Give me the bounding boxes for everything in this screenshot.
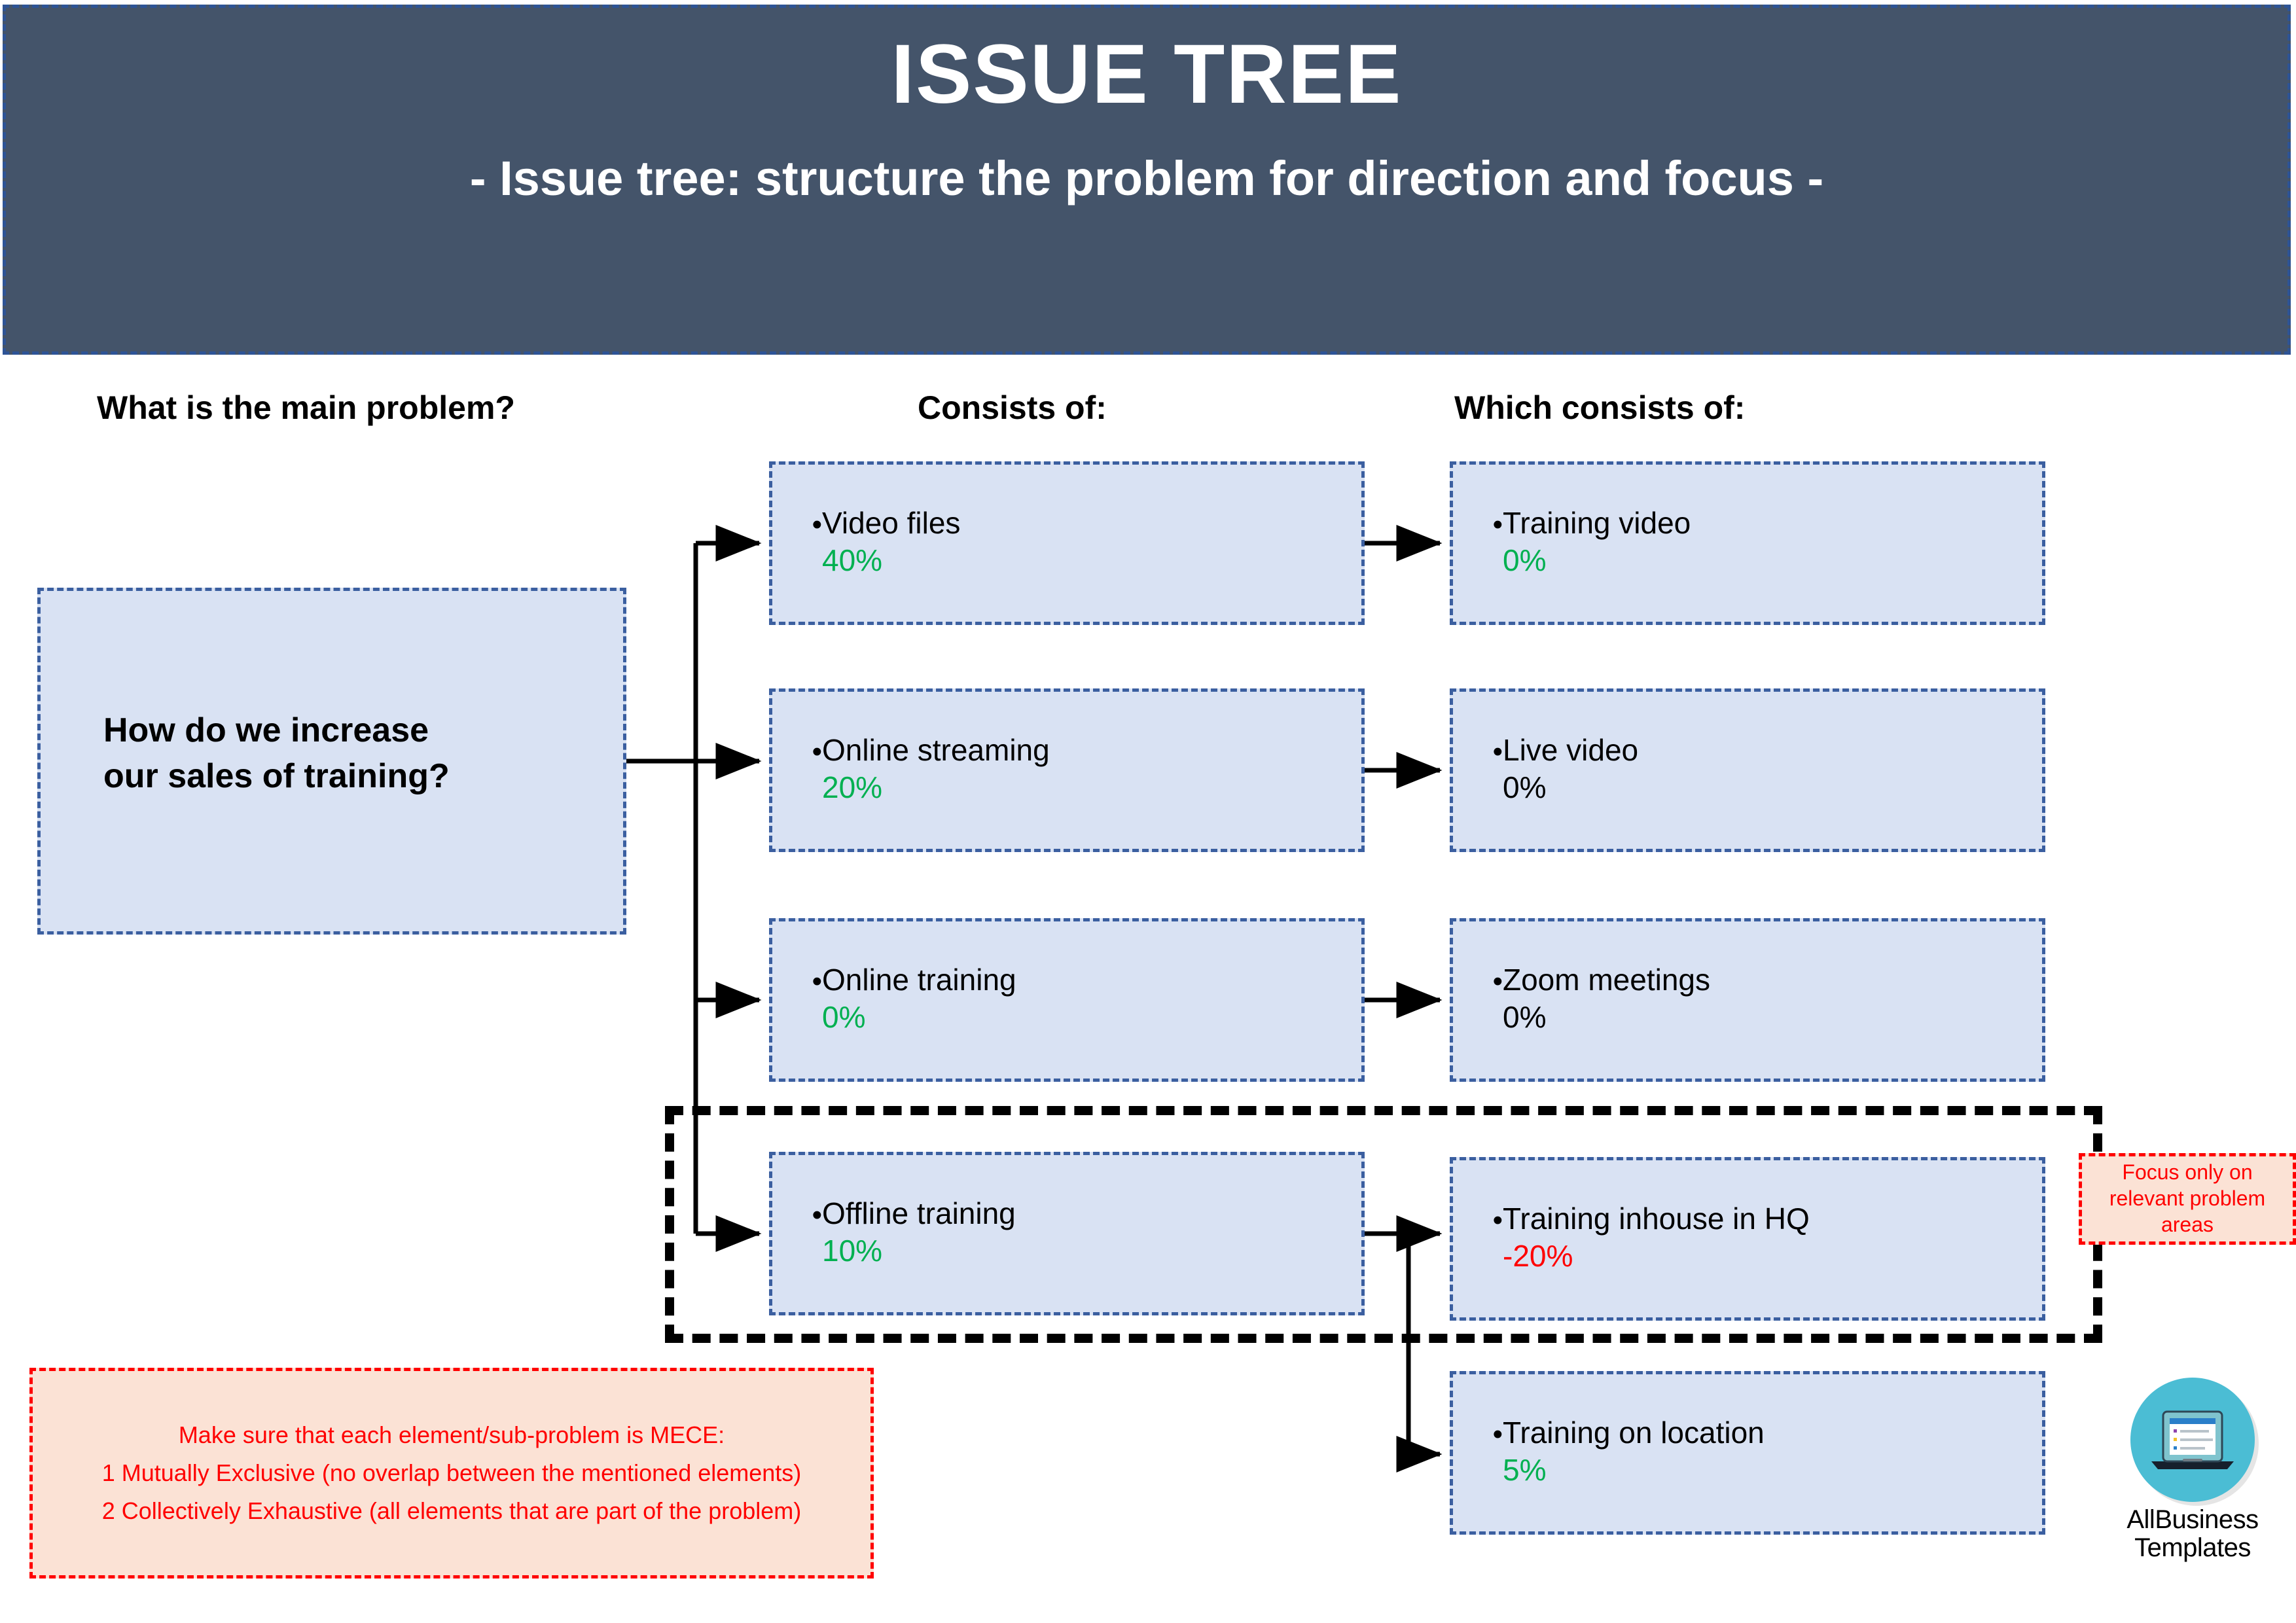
node-text: Video files 40% bbox=[822, 505, 1361, 579]
logo-badge-icon bbox=[2130, 1378, 2255, 1502]
node-training-inhouse-hq[interactable]: • Training inhouse in HQ -20% bbox=[1450, 1157, 2045, 1321]
node-value: 0% bbox=[1503, 1000, 1547, 1035]
node-label: Zoom meetings bbox=[1503, 963, 1711, 997]
node-value: 0% bbox=[822, 1000, 866, 1035]
bullet-icon: • bbox=[1492, 736, 1503, 768]
callout-mece-line3: 2 Collectively Exhaustive (all elements … bbox=[101, 1497, 802, 1525]
node-text: Offline training 10% bbox=[822, 1196, 1361, 1269]
node-label: Video files bbox=[822, 506, 961, 540]
node-label: Training inhouse in HQ bbox=[1503, 1202, 1810, 1236]
node-label: Training on location bbox=[1503, 1416, 1765, 1450]
node-text: Live video 0% bbox=[1503, 732, 2042, 806]
node-text: Training inhouse in HQ -20% bbox=[1503, 1201, 2042, 1274]
allbusiness-templates-logo: AllBusiness Templates bbox=[2111, 1378, 2274, 1607]
node-zoom-meetings[interactable]: • Zoom meetings 0% bbox=[1450, 918, 2045, 1082]
bullet-icon: • bbox=[812, 508, 822, 541]
node-content: • Training inhouse in HQ -20% bbox=[1453, 1201, 2042, 1274]
page-title: ISSUE TREE bbox=[891, 27, 1403, 121]
node-value: 0% bbox=[1503, 543, 1547, 578]
bullet-icon: • bbox=[812, 1199, 822, 1231]
bullet-icon: • bbox=[1492, 508, 1503, 541]
node-content: • Online streaming 20% bbox=[772, 732, 1361, 806]
logo-line2: Templates bbox=[2134, 1533, 2251, 1563]
node-content: • Offline training 10% bbox=[772, 1196, 1361, 1269]
node-main-problem-line1: How do we increase bbox=[103, 711, 429, 749]
node-live-video[interactable]: • Live video 0% bbox=[1450, 688, 2045, 852]
node-main-problem[interactable]: How do we increase our sales of training… bbox=[37, 588, 626, 935]
node-content: • Live video 0% bbox=[1453, 732, 2042, 806]
node-training-on-location[interactable]: • Training on location 5% bbox=[1450, 1371, 2045, 1535]
bullet-icon: • bbox=[1492, 1418, 1503, 1450]
bullet-icon: • bbox=[1492, 1204, 1503, 1236]
callout-focus-note: Focus only on relevant problem areas bbox=[2079, 1153, 2296, 1245]
node-value: -20% bbox=[1503, 1239, 1573, 1274]
node-online-training[interactable]: • Online training 0% bbox=[769, 918, 1365, 1082]
callout-mece-note: Make sure that each element/sub-problem … bbox=[29, 1368, 874, 1578]
node-label: Training video bbox=[1503, 506, 1691, 540]
node-main-problem-line2: our sales of training? bbox=[103, 757, 450, 796]
logo-line1: AllBusiness bbox=[2126, 1505, 2259, 1534]
header-banner: ISSUE TREE - Issue tree: structure the p… bbox=[3, 5, 2291, 355]
column-heading-consists-of: Consists of: bbox=[918, 389, 1107, 426]
node-text: Training on location 5% bbox=[1503, 1415, 2042, 1488]
node-text: Zoom meetings 0% bbox=[1503, 962, 2042, 1035]
column-heading-which-consists-of: Which consists of: bbox=[1454, 389, 1746, 426]
callout-focus-text: Focus only on relevant problem areas bbox=[2109, 1160, 2266, 1236]
callout-mece-line2: 1 Mutually Exclusive (no overlap between… bbox=[101, 1459, 802, 1486]
node-main-problem-text: How do we increase our sales of training… bbox=[103, 707, 601, 799]
node-value: 0% bbox=[1503, 770, 1547, 805]
logo-wordmark: AllBusiness Templates bbox=[2126, 1505, 2259, 1563]
node-content: • Online training 0% bbox=[772, 962, 1361, 1035]
node-label: Online streaming bbox=[822, 733, 1050, 767]
node-text: Online training 0% bbox=[822, 962, 1361, 1035]
node-value: 10% bbox=[822, 1234, 883, 1268]
node-label: Online training bbox=[822, 963, 1016, 997]
callout-mece-lines: Make sure that each element/sub-problem … bbox=[33, 1416, 870, 1531]
node-offline-training[interactable]: • Offline training 10% bbox=[769, 1152, 1365, 1315]
laptop-icon bbox=[2151, 1410, 2234, 1469]
node-value: 40% bbox=[822, 543, 883, 578]
node-label: Live video bbox=[1503, 733, 1639, 767]
node-online-streaming[interactable]: • Online streaming 20% bbox=[769, 688, 1365, 852]
node-value: 20% bbox=[822, 770, 883, 805]
bullet-icon: • bbox=[812, 965, 822, 997]
page-subtitle: - Issue tree: structure the problem for … bbox=[469, 151, 1824, 205]
node-training-video[interactable]: • Training video 0% bbox=[1450, 461, 2045, 625]
node-label: Offline training bbox=[822, 1196, 1016, 1230]
node-video-files[interactable]: • Video files 40% bbox=[769, 461, 1365, 625]
column-heading-main-problem: What is the main problem? bbox=[97, 389, 515, 426]
node-content: • Training on location 5% bbox=[1453, 1415, 2042, 1488]
node-text: Training video 0% bbox=[1503, 505, 2042, 579]
callout-mece-line1: Make sure that each element/sub-problem … bbox=[178, 1421, 725, 1448]
node-text: Online streaming 20% bbox=[822, 732, 1361, 806]
bullet-icon: • bbox=[1492, 965, 1503, 997]
node-content: • Video files 40% bbox=[772, 505, 1361, 579]
bullet-icon: • bbox=[812, 736, 822, 768]
node-content: • Zoom meetings 0% bbox=[1453, 962, 2042, 1035]
node-content: • Training video 0% bbox=[1453, 505, 2042, 579]
node-value: 5% bbox=[1503, 1453, 1547, 1488]
